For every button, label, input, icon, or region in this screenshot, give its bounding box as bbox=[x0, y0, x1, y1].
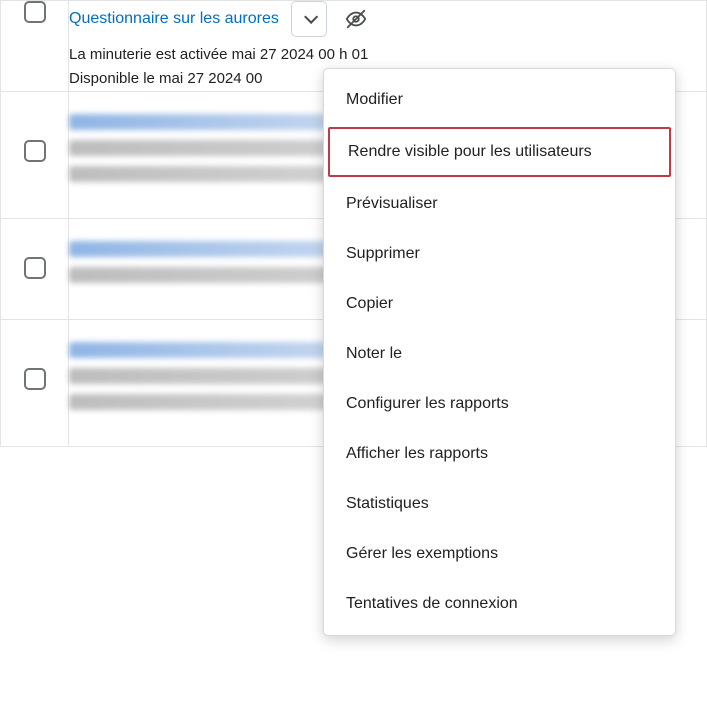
menu-item-grade[interactable]: Noter le bbox=[324, 329, 675, 379]
menu-item-setup-reports[interactable]: Configurer les rapports bbox=[324, 379, 675, 429]
row-checkbox[interactable] bbox=[24, 368, 46, 390]
blurred-text bbox=[69, 241, 362, 257]
menu-item-make-visible[interactable]: Rendre visible pour les utilisateurs bbox=[328, 127, 671, 177]
row-checkbox[interactable] bbox=[24, 140, 46, 162]
actions-dropdown-button[interactable] bbox=[291, 1, 327, 37]
menu-item-preview[interactable]: Prévisualiser bbox=[324, 179, 675, 229]
row-checkbox[interactable] bbox=[24, 257, 46, 279]
menu-item-view-reports[interactable]: Afficher les rapports bbox=[324, 429, 675, 479]
menu-item-delete[interactable]: Supprimer bbox=[324, 229, 675, 279]
blurred-text bbox=[69, 114, 362, 130]
menu-item-statistics[interactable]: Statistiques bbox=[324, 479, 675, 529]
context-menu: Modifier Rendre visible pour les utilisa… bbox=[323, 68, 676, 636]
menu-item-manage-exemptions[interactable]: Gérer les exemptions bbox=[324, 529, 675, 579]
menu-item-edit[interactable]: Modifier bbox=[324, 75, 675, 125]
menu-item-attempt-logs[interactable]: Tentatives de connexion bbox=[324, 579, 675, 629]
chevron-down-icon bbox=[304, 10, 318, 24]
quiz-title-link[interactable]: Questionnaire sur les aurores bbox=[69, 10, 279, 28]
menu-item-copy[interactable]: Copier bbox=[324, 279, 675, 329]
row-checkbox[interactable] bbox=[24, 1, 46, 23]
visibility-off-icon bbox=[345, 8, 367, 30]
blurred-text bbox=[69, 342, 362, 358]
